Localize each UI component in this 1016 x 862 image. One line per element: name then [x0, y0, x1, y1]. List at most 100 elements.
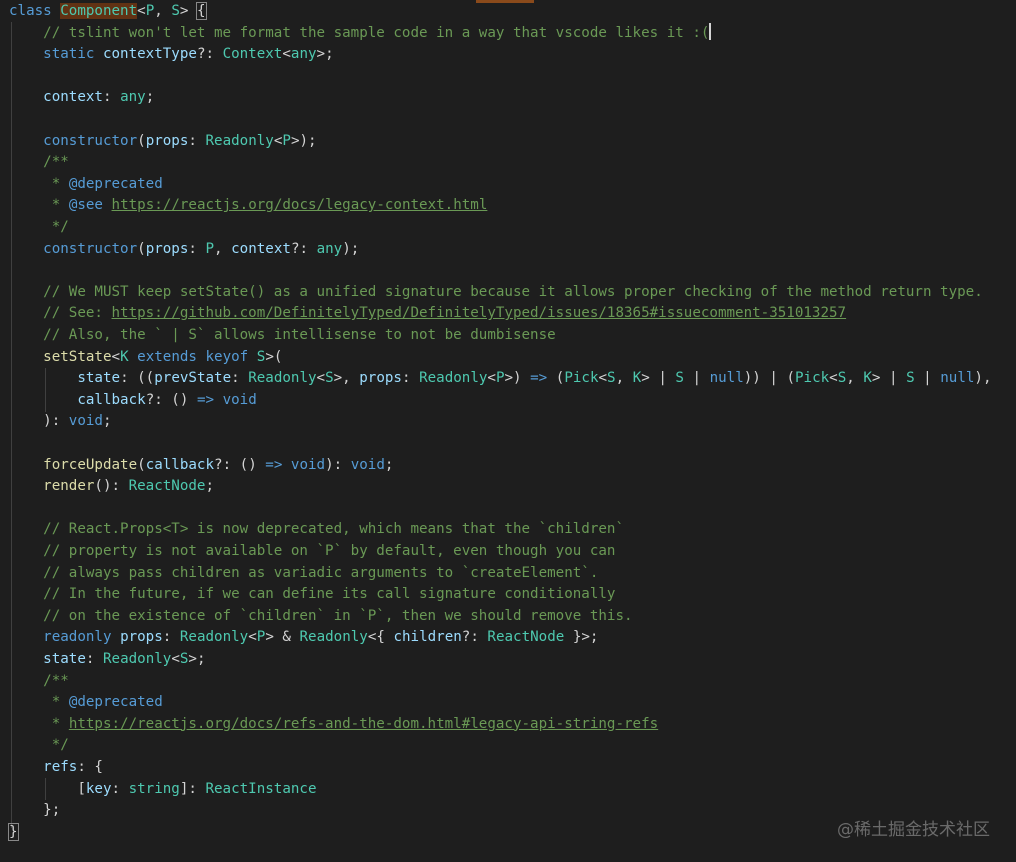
code-line: readonly props: Readonly<P> & Readonly<{… — [9, 626, 598, 648]
code-token: < — [248, 629, 257, 646]
code-token: */ — [51, 219, 69, 235]
code-token: , — [615, 370, 633, 387]
code-token: S — [906, 370, 915, 387]
code-line: static contextType?: Context<any>; — [9, 43, 333, 65]
code-token: > | — [641, 370, 676, 387]
code-line: constructor(props: P, context?: any); — [9, 238, 359, 260]
code-token: ; — [205, 478, 215, 495]
code-token: @see — [68, 197, 103, 214]
code-token: P — [495, 370, 505, 387]
text-cursor — [709, 22, 712, 40]
code-line: }; — [9, 799, 60, 821]
code-line: render(): ReactNode; — [9, 475, 214, 497]
code-token: Readonly — [248, 370, 317, 387]
code-token: constructor — [43, 132, 138, 149]
code-token: * — [51, 715, 69, 732]
code-token: K — [120, 348, 129, 365]
code-token: < — [171, 651, 180, 667]
code-token: ; — [145, 89, 155, 106]
code-token: https://github.com/DefinitelyTyped/Defin… — [111, 305, 847, 322]
code-line: ): void; — [9, 410, 112, 432]
code-token: ?: () — [214, 456, 266, 473]
code-token: // React.Props<T> is now deprecated, whi… — [43, 521, 625, 538]
code-token: < — [598, 370, 608, 387]
code-token: extends — [137, 348, 197, 365]
code-token: Pick — [564, 370, 599, 387]
code-token: : — [231, 370, 249, 387]
code-line: /** — [9, 670, 69, 692]
code-token: * — [51, 197, 69, 214]
code-token: : — [188, 132, 206, 149]
code-line: callback?: () => void — [9, 389, 256, 411]
code-token: => — [530, 370, 548, 387]
code-token: => — [265, 456, 283, 473]
code-token: : — [85, 651, 103, 667]
code-token: * — [51, 694, 69, 711]
code-line: forceUpdate(callback?: () => void): void… — [9, 454, 393, 476]
code-line: * @see https://reactjs.org/docs/legacy-c… — [9, 194, 488, 216]
code-line: constructor(props: Readonly<P>); — [9, 130, 316, 152]
code-token: props — [145, 132, 189, 149]
code-line: // Also, the ` | S` allows intellisense … — [9, 324, 556, 346]
code-token: , — [846, 370, 864, 387]
code-token: [ — [9, 780, 86, 797]
code-token: < — [137, 3, 146, 19]
code-token: callback — [77, 391, 146, 408]
code-editor[interactable]: class Component<P, S> { // tslint won't … — [0, 0, 1016, 862]
code-token: ; — [102, 413, 112, 430]
code-token: >; — [188, 651, 206, 667]
code-token: any — [120, 89, 146, 106]
code-token: keyof — [205, 348, 249, 365]
code-token: // We MUST keep setState() as a unified … — [43, 283, 983, 300]
code-line: // See: https://github.com/DefinitelyTyp… — [9, 302, 846, 324]
code-line: // on the existence of `children` in `P`… — [9, 605, 632, 627]
code-token: ): — [325, 456, 351, 473]
code-token: P — [205, 240, 215, 257]
code-token: https://reactjs.org/docs/refs-and-the-do… — [68, 715, 659, 732]
code-token: https://reactjs.org/docs/legacy-context.… — [111, 197, 488, 214]
code-token: ReactNode — [487, 629, 565, 646]
code-token: K — [632, 370, 642, 387]
code-line: */ — [9, 734, 69, 756]
code-token: Readonly — [102, 651, 172, 667]
code-token: : (( — [120, 370, 155, 387]
code-token: Readonly — [419, 370, 488, 387]
code-token: contextType — [102, 46, 197, 63]
code-token: state — [43, 651, 86, 667]
code-token: any — [290, 46, 317, 63]
code-token: ]: — [179, 780, 206, 797]
code-token: forceUpdate — [43, 456, 138, 473]
code-line: // tslint won't let me format the sample… — [9, 22, 712, 44]
code-token: /** — [43, 154, 69, 171]
code-token: // Also, the ` | S` allows intellisense … — [43, 327, 556, 343]
code-token: ReactNode — [128, 478, 206, 495]
code-token: ?: () — [145, 391, 197, 408]
code-token: ( — [137, 456, 146, 473]
code-token: >) — [504, 370, 531, 387]
code-token: Component — [60, 3, 138, 19]
code-line: class Component<P, S> { — [9, 0, 207, 22]
code-token: null — [709, 370, 744, 387]
code-token: < — [487, 370, 496, 387]
code-token: , — [214, 240, 232, 257]
code-token: // See: — [43, 305, 112, 322]
code-token: S — [837, 370, 847, 387]
code-token: : — [102, 89, 121, 106]
code-token: > | — [871, 370, 907, 387]
code-token: ); — [342, 240, 360, 257]
code-token: => — [196, 391, 215, 408]
code-line: // In the future, if we can define its c… — [9, 583, 615, 605]
code-token: void — [290, 456, 326, 473]
code-line: [key: string]: ReactInstance — [9, 778, 316, 800]
